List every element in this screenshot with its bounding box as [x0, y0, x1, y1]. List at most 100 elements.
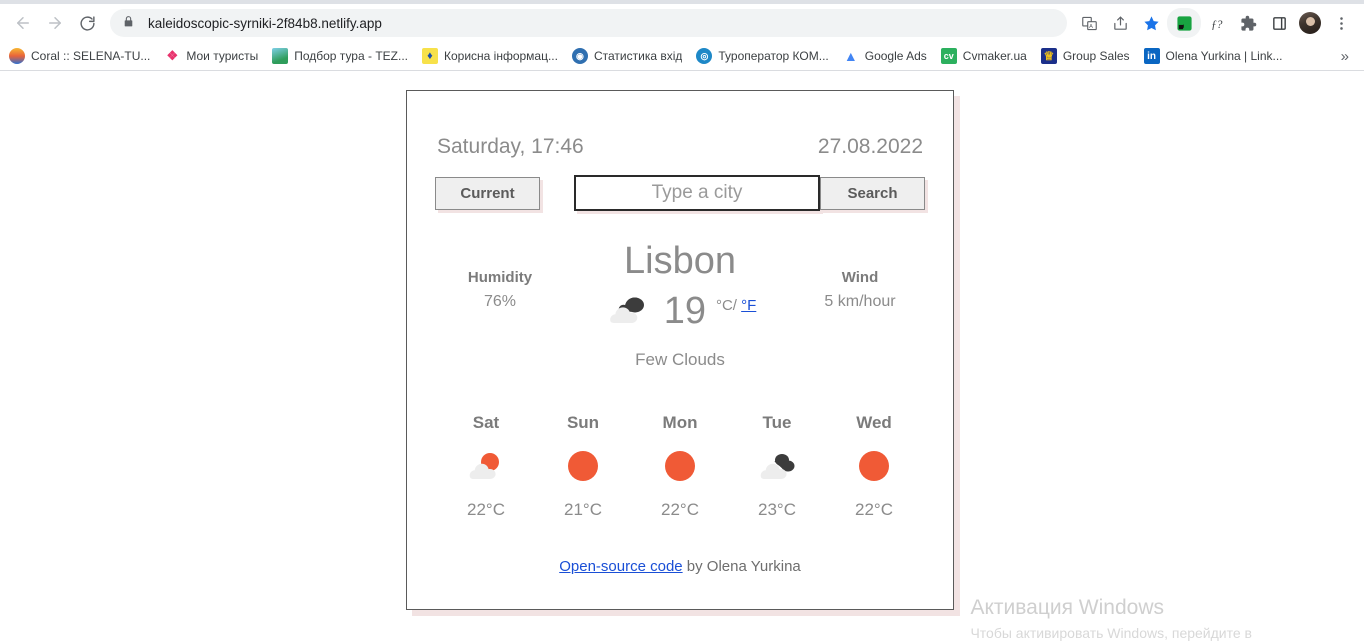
windows-activation-title: Активация Windows: [970, 595, 1165, 619]
forecast-row: Sat 22°C Sun 21°C Mon 22°C Tue 23°C Wed …: [435, 413, 925, 520]
coral-icon: [9, 48, 25, 64]
tez-tour-icon: [272, 48, 289, 64]
bookmark-item[interactable]: Подбор тура - TEZ...: [272, 48, 408, 64]
forward-button[interactable]: [40, 8, 70, 38]
weather-description: Few Clouds: [635, 349, 725, 369]
windows-activation-watermark: Активация Windows Чтобы активировать Win…: [970, 595, 1252, 641]
translate-icon[interactable]: A: [1074, 8, 1104, 38]
lock-icon: [122, 15, 138, 31]
sun-icon: [538, 441, 628, 491]
page-content: Saturday, 17:46 27.08.2022 Current Searc…: [0, 72, 1364, 643]
bookmark-item[interactable]: ◎ Туроператор КОМ...: [696, 48, 829, 64]
font-extension-icon[interactable]: ƒ?: [1202, 8, 1232, 38]
forecast-day: Tue 23°C: [732, 413, 822, 520]
datetime-row: Saturday, 17:46 27.08.2022: [435, 135, 925, 159]
bookmark-label: Group Sales: [1062, 49, 1130, 63]
svg-text:A: A: [1089, 24, 1093, 30]
bookmark-star-icon[interactable]: [1136, 8, 1166, 38]
profile-avatar[interactable]: [1295, 8, 1325, 38]
share-icon[interactable]: [1105, 8, 1135, 38]
side-panel-icon[interactable]: [1264, 8, 1294, 38]
forecast-day: Sat 22°C: [441, 413, 531, 520]
tour-operator-icon: ◎: [696, 48, 713, 64]
extension-green-icon[interactable]: [1167, 8, 1201, 38]
cvmaker-icon: cv: [940, 48, 957, 64]
forecast-day-name: Wed: [856, 413, 892, 432]
svg-text:ƒ?: ƒ?: [1211, 18, 1223, 30]
moi-turisty-icon: ❖: [164, 48, 181, 64]
forecast-day-name: Mon: [662, 413, 698, 432]
bookmark-label: Olena Yurkina | Link...: [1165, 49, 1283, 63]
bookmark-item[interactable]: ▲ Google Ads: [842, 48, 927, 64]
bookmark-item[interactable]: in Olena Yurkina | Link...: [1143, 48, 1283, 64]
address-bar[interactable]: kaleidoscopic-syrniki-2f84b8.netlify.app: [110, 9, 1067, 37]
footer-author: by Olena Yurkina: [682, 558, 801, 575]
avatar: [1299, 12, 1321, 34]
current-datetime: Saturday, 17:46: [437, 135, 584, 158]
humidity-stat: Humidity 76%: [435, 269, 565, 311]
bookmark-label: Подбор тура - TEZ...: [294, 49, 408, 63]
forecast-day-name: Tue: [762, 413, 792, 432]
forecast-temp: 23°C: [758, 500, 796, 519]
ukraine-trident-icon: ♦: [421, 48, 438, 64]
forecast-day: Mon 22°C: [635, 413, 725, 520]
forecast-day: Sun 21°C: [538, 413, 628, 520]
bookmark-label: Статистика вхід: [593, 49, 683, 63]
address-bar-url: kaleidoscopic-syrniki-2f84b8.netlify.app: [148, 15, 382, 31]
group-sales-icon: ♕: [1040, 48, 1057, 64]
temperature-units: °C/ °F: [716, 297, 756, 314]
current-temperature: 19: [663, 290, 706, 333]
sun-icon: [635, 441, 725, 491]
dark-cloud-behind-cloud-icon: [732, 441, 822, 491]
toolbar-icon-group: A ƒ?: [1073, 8, 1356, 38]
search-button[interactable]: Search: [820, 176, 925, 210]
forecast-temp: 22°C: [467, 500, 505, 519]
bookmark-label: Туроператор КОМ...: [718, 49, 829, 63]
open-source-link[interactable]: Open-source code: [559, 558, 682, 575]
weather-app-card: Saturday, 17:46 27.08.2022 Current Searc…: [406, 90, 954, 610]
bookmark-item[interactable]: Coral :: SELENA-TU...: [9, 48, 150, 64]
current-location-button[interactable]: Current: [435, 176, 540, 210]
forecast-temp: 21°C: [564, 500, 602, 519]
forecast-temp: 22°C: [661, 500, 699, 519]
search-controls: Current Search: [435, 175, 925, 211]
humidity-label: Humidity: [467, 269, 533, 286]
fahrenheit-link[interactable]: °F: [741, 297, 756, 314]
bookmark-item[interactable]: ❖ Мои туристы: [164, 48, 258, 64]
city-search-input[interactable]: [574, 175, 820, 211]
bookmark-label: Coral :: SELENA-TU...: [31, 49, 151, 63]
bookmark-item[interactable]: ♕ Group Sales: [1040, 48, 1130, 64]
browser-toolbar: kaleidoscopic-syrniki-2f84b8.netlify.app…: [0, 4, 1364, 42]
google-ads-icon: ▲: [842, 48, 859, 64]
forecast-day-name: Sat: [472, 413, 500, 432]
cloud-with-dark-cloud-icon: [604, 291, 650, 332]
sun-behind-cloud-icon: [441, 441, 531, 491]
current-date: 27.08.2022: [817, 135, 923, 158]
windows-activation-subtitle: Чтобы активировать Windows, перейдите в: [970, 625, 1252, 641]
statistics-icon: ◉: [571, 48, 588, 64]
celsius-unit: °C/: [715, 296, 737, 314]
chrome-menu-icon[interactable]: [1326, 8, 1356, 38]
bookmark-label: Cvmaker.ua: [962, 49, 1027, 63]
current-weather-section: Humidity 76% Wind 5 km/hour Lisbon 19 °C…: [435, 240, 925, 371]
wind-label: Wind: [841, 269, 879, 286]
bookmark-label: Корисна інформац...: [443, 49, 558, 63]
reload-button[interactable]: [72, 8, 102, 38]
forecast-temp: 22°C: [855, 500, 893, 519]
bookmark-item[interactable]: ◉ Статистика вхід: [571, 48, 683, 64]
wind-value: 5 km/hour: [824, 293, 896, 310]
humidity-value: 76%: [483, 293, 517, 310]
bookmarks-bar: Coral :: SELENA-TU... ❖ Мои туристы Подб…: [0, 42, 1364, 71]
back-button[interactable]: [8, 8, 38, 38]
forecast-day-name: Sun: [566, 413, 600, 432]
sun-icon: [829, 441, 919, 491]
bookmark-label: Google Ads: [864, 49, 927, 63]
bookmark-item[interactable]: cv Cvmaker.ua: [940, 48, 1027, 64]
bookmark-item[interactable]: ♦ Корисна інформац...: [421, 48, 558, 64]
bookmark-label: Мои туристы: [186, 49, 259, 63]
wind-stat: Wind 5 km/hour: [795, 269, 925, 311]
card-footer: Open-source code by Olena Yurkina: [435, 558, 925, 575]
extensions-puzzle-icon[interactable]: [1233, 8, 1263, 38]
forecast-day: Wed 22°C: [829, 413, 919, 520]
bookmarks-overflow-button[interactable]: »: [1341, 48, 1355, 65]
